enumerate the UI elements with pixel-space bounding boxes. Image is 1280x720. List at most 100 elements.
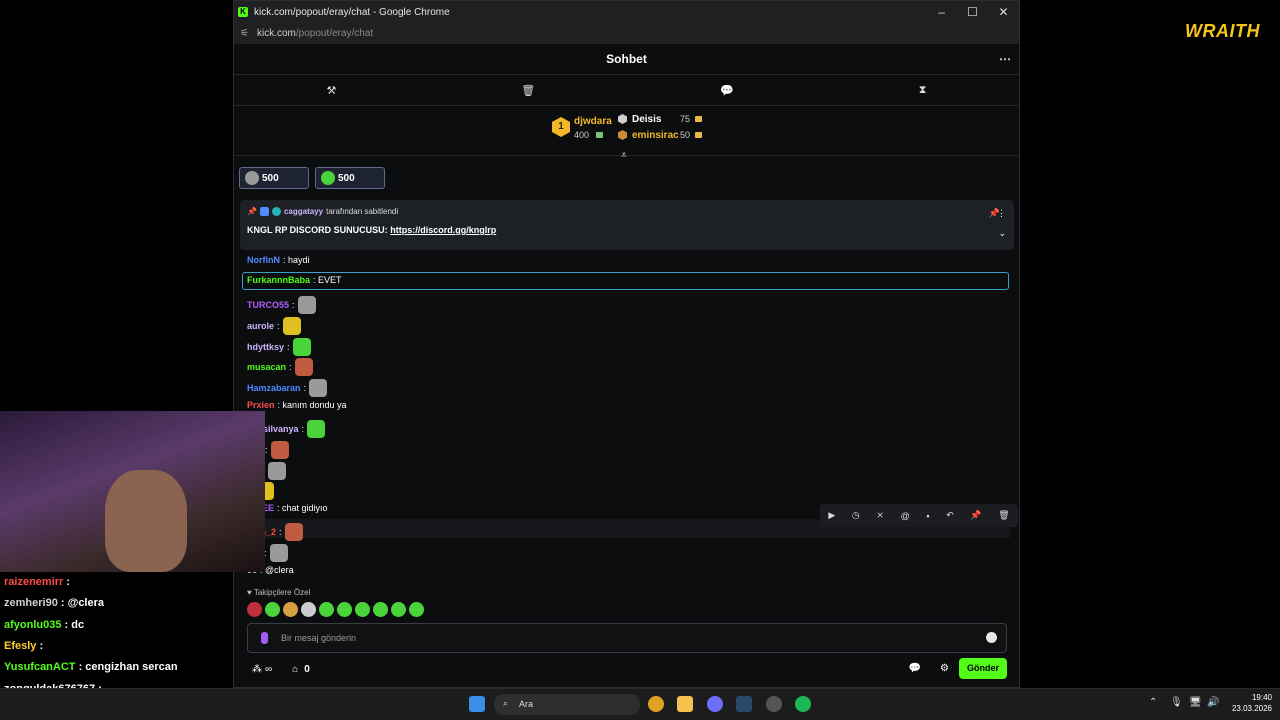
emote-icon[interactable]	[355, 602, 370, 617]
chat-username[interactable]: Prxien	[247, 400, 275, 410]
minimize-button[interactable]: –	[926, 1, 957, 23]
mention-icon[interactable]: @	[901, 511, 910, 521]
chat-username[interactable]: musacan	[247, 362, 286, 372]
overlay-chat-line: raizenemirr :	[4, 576, 70, 588]
emoji-picker-icon[interactable]	[986, 632, 997, 643]
more-options-icon[interactable]: ⋯	[999, 44, 1011, 75]
emote-quickbar	[247, 602, 424, 617]
emote-icon	[270, 441, 289, 459]
pinned-more-icon[interactable]: ⋮	[997, 208, 1006, 219]
volume-icon[interactable]: 🔊	[1207, 697, 1219, 708]
discord-link[interactable]: https://discord.gg/knglrp	[390, 225, 496, 235]
gift-amount: 500	[338, 172, 355, 184]
emote-icon[interactable]	[301, 602, 316, 617]
chat-message[interactable]: NorfinN: haydi	[247, 255, 310, 265]
app-icon[interactable]	[766, 696, 782, 712]
chat-text: :	[289, 362, 292, 372]
play-icon[interactable]: ▶	[828, 510, 835, 521]
site-settings-icon[interactable]: ⚟	[240, 28, 249, 39]
overlay-text: :	[63, 576, 71, 588]
tray-chevron-icon[interactable]: ⌃	[1149, 697, 1157, 708]
clock-time: 19:40	[1251, 693, 1272, 702]
collapse-chevron-icon[interactable]: ⌄	[998, 228, 1006, 239]
emote-icon	[297, 296, 316, 314]
chat-message[interactable]: Prxien: kanım dondu ya	[247, 400, 347, 410]
third-place-medal-icon	[618, 130, 627, 140]
emote-icon[interactable]	[337, 602, 352, 617]
chat-username[interactable]: aurole	[247, 321, 274, 331]
window-title: kick.com/popout/eray/chat - Google Chrom…	[254, 6, 450, 18]
emote-icon[interactable]	[319, 602, 334, 617]
steam-icon[interactable]	[736, 696, 752, 712]
chat-message[interactable]: Hamzabaran:	[247, 379, 328, 397]
shop-icon[interactable]: ⌂	[292, 664, 298, 675]
taskbar-search[interactable]: ⌕ Ara	[494, 694, 640, 715]
pin-icon: 📌	[247, 207, 257, 216]
browser-window: K kick.com/popout/eray/chat - Google Chr…	[233, 0, 1020, 688]
reply-icon[interactable]: ↶	[946, 510, 954, 521]
chat-settings-bubble-icon[interactable]: 💬	[909, 663, 921, 674]
send-button[interactable]: Gönder	[959, 658, 1007, 679]
chat-message[interactable]: musacan:	[247, 358, 313, 376]
maximize-button[interactable]: ☐	[957, 1, 988, 23]
leader-2-amount: 75	[680, 114, 691, 124]
settings-gear-icon[interactable]: ⚙	[940, 663, 949, 674]
discord-icon[interactable]	[707, 696, 723, 712]
emote-icon[interactable]	[283, 602, 298, 617]
trash-icon[interactable]: 🗑	[521, 84, 535, 97]
microphone-icon[interactable]: 🎙	[1170, 697, 1183, 708]
chat-username[interactable]: Hamzabaran	[247, 383, 301, 393]
overlay-chat-line: afyonlu035 : dc	[4, 619, 84, 631]
delete-icon[interactable]: 🗑	[998, 510, 1009, 521]
chat-text: : kanım dondu ya	[277, 400, 347, 410]
leader-3-name[interactable]: eminsirac	[632, 130, 679, 141]
taskbar-clock[interactable]: 19:40 23.03.2026	[1228, 692, 1272, 714]
leader-2-name[interactable]: Deisis	[632, 114, 661, 125]
chat-input[interactable]: Bir mesaj gönderin	[247, 623, 1007, 653]
leader-1-amount: 400	[574, 130, 590, 140]
mod-badge-icon	[259, 207, 269, 216]
chat-text: :	[265, 445, 268, 455]
chrome-icon[interactable]	[648, 696, 664, 712]
emote-icon[interactable]	[265, 602, 280, 617]
gift-sub-card-2[interactable]: 500	[315, 167, 385, 189]
gift-sub-card-1[interactable]: 500	[239, 167, 309, 189]
chat-username[interactable]: TURCO55	[247, 300, 289, 310]
chat-username[interactable]: hdyttksy	[247, 342, 284, 352]
message-actions-bar: ▶ ◷ ⨯ @ ▪ ↶ 📌 🗑	[820, 504, 1018, 527]
emote-icon[interactable]	[247, 602, 262, 617]
chat-message[interactable]: hdyttksy:	[247, 338, 311, 356]
emote-icon	[284, 523, 303, 541]
chat-input-placeholder: Bir mesaj gönderin	[281, 633, 357, 643]
leader-1-name[interactable]: djwdara	[574, 116, 612, 127]
network-icon[interactable]: 🖥	[1189, 697, 1202, 708]
pin-icon[interactable]: 📌	[970, 510, 981, 521]
emote-icon[interactable]	[373, 602, 388, 617]
channel-points-icon[interactable]: ⁂	[252, 664, 262, 675]
ban-hammer-icon[interactable]: ⚒	[326, 84, 336, 97]
chat-message[interactable]: aurole:	[247, 317, 301, 335]
copy-icon[interactable]: ▪	[926, 511, 929, 521]
chat-bubble-icon[interactable]: 💬	[720, 84, 734, 97]
address-bar[interactable]: ⚟ kick.com/popout/eray/chat	[234, 23, 1019, 44]
overlay-text: : dc	[61, 618, 85, 631]
expand-leaderboard-icon[interactable]: ⩡	[621, 150, 627, 161]
overlay-username: raizenemirr	[4, 576, 64, 588]
close-button[interactable]: ✕	[988, 1, 1019, 23]
pinned-prefix: KNGL RP DISCORD SUNUCUSU:	[247, 225, 388, 235]
overlay-username: Efesly	[4, 639, 37, 652]
ban-icon[interactable]: ⨯	[876, 510, 884, 521]
spotify-icon[interactable]	[795, 696, 811, 712]
first-place-medal-icon: 1	[552, 117, 570, 137]
start-button-icon[interactable]	[469, 696, 485, 712]
timeout-clock-icon[interactable]: ◷	[852, 510, 860, 521]
emote-icon[interactable]	[391, 602, 406, 617]
hourglass-icon[interactable]: ⧗	[919, 84, 927, 97]
chat-username[interactable]: NorfinN	[247, 255, 280, 265]
voice-icon[interactable]	[261, 632, 268, 644]
pinned-by-user[interactable]: caggatayy	[284, 207, 323, 216]
file-explorer-icon[interactable]	[677, 696, 693, 712]
emote-icon[interactable]	[409, 602, 424, 617]
overlay-text: : cengizhan sercan	[75, 661, 178, 674]
chat-message[interactable]: TURCO55:	[247, 296, 316, 314]
